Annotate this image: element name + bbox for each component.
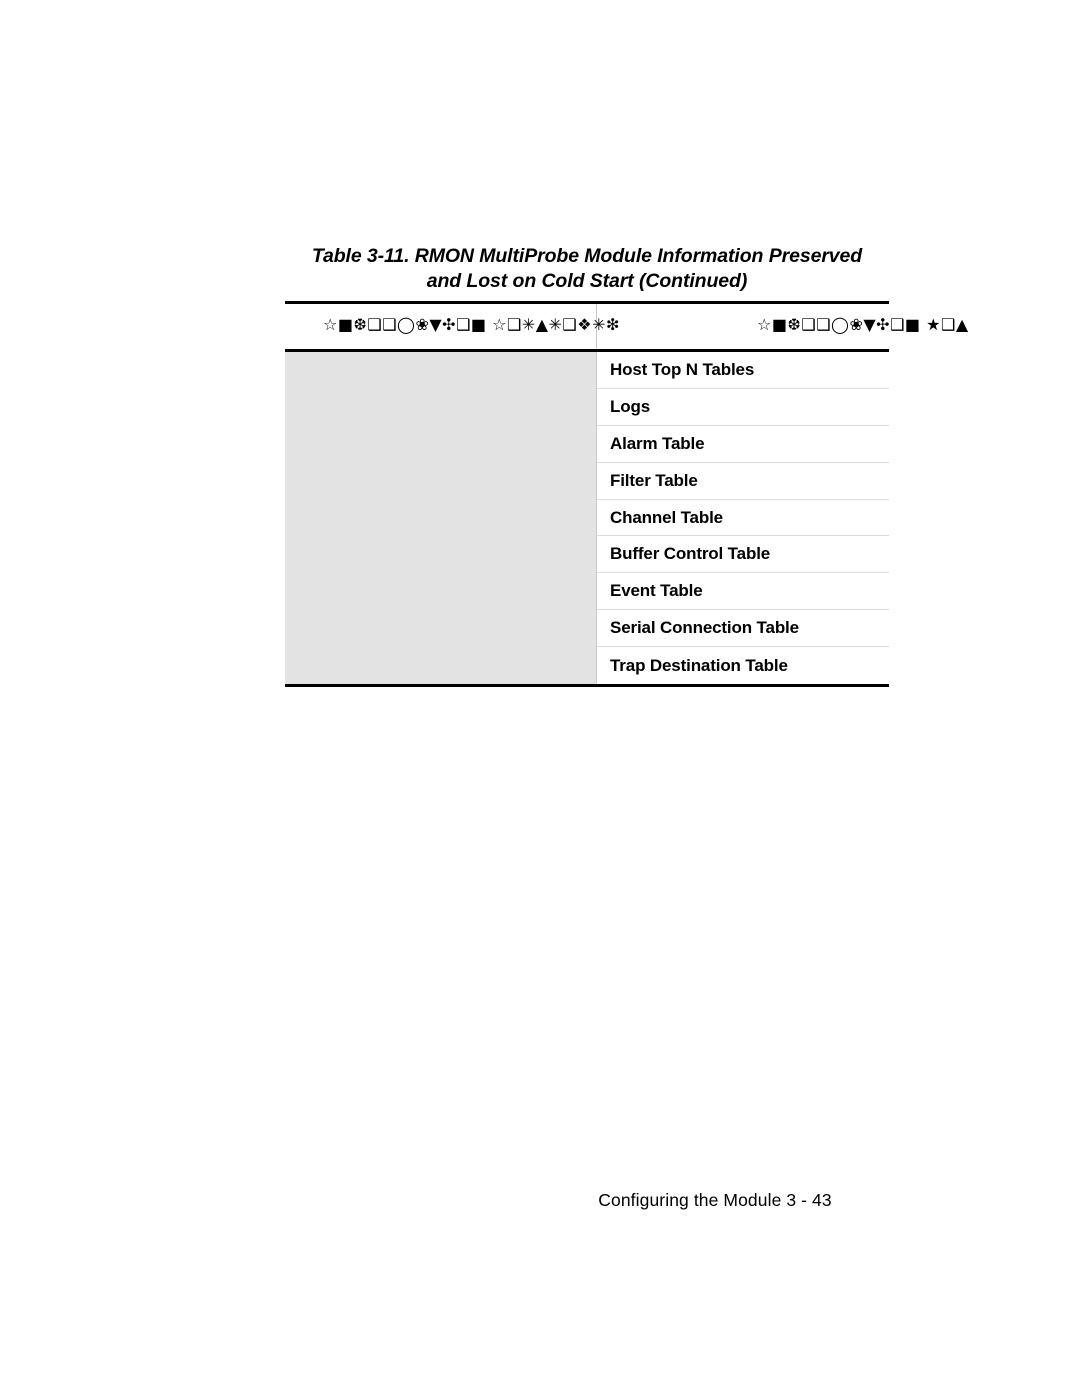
footer-text: Configuring the Module 3 - 43	[598, 1190, 832, 1210]
row-label: Buffer Control Table	[610, 544, 771, 564]
merged-shaded-cell-information-preserved	[285, 352, 596, 684]
row-label: Alarm Table	[610, 433, 705, 453]
table-caption: Table 3-11. RMON MultiProbe Module Infor…	[285, 244, 889, 294]
table-row: Host Top N Tables	[597, 352, 889, 389]
table-bottom-rule	[285, 684, 889, 687]
row-label: Serial Connection Table	[610, 618, 799, 638]
table-caption-line-1: Table 3-11. RMON MultiProbe Module Infor…	[311, 245, 863, 267]
table-row: Trap Destination Table	[597, 647, 889, 684]
row-label: Event Table	[610, 581, 703, 601]
row-label: Trap Destination Table	[610, 655, 788, 675]
table-body: Host Top N Tables Logs Alarm Table Filte…	[285, 352, 889, 684]
table-row: Event Table	[597, 573, 889, 611]
table-row: Buffer Control Table	[597, 536, 889, 574]
table-caption-line-2: and Lost on Cold Start (Continued)	[426, 270, 748, 292]
row-label: Channel Table	[610, 507, 723, 527]
table-header-row: ☆■❆❑❑◯❀▼✣❑■ ☆❑✳▲✳❑❖✳❇ ☆■❆❑❑◯❀▼✣❑■ ★❑▲	[285, 304, 968, 349]
document-page: Table 3-11. RMON MultiProbe Module Infor…	[0, 0, 1080, 1397]
table-row: Filter Table	[597, 463, 889, 500]
table-row: Channel Table	[597, 500, 889, 537]
row-label: Filter Table	[610, 470, 698, 490]
table-row: Alarm Table	[597, 426, 889, 463]
column-header-information-preserved: ☆■❆❑❑◯❀▼✣❑■ ☆❑✳▲✳❑❖✳❇	[323, 315, 620, 334]
column-header-information-lost: ☆■❆❑❑◯❀▼✣❑■ ★❑▲	[757, 315, 969, 334]
table-row: Logs	[597, 389, 889, 426]
information-preserved-table: ☆■❆❑❑◯❀▼✣❑■ ☆❑✳▲✳❑❖✳❇ ☆■❆❑❑◯❀▼✣❑■ ★❑▲ Ho…	[285, 301, 968, 687]
table-row: Serial Connection Table	[597, 610, 889, 648]
row-label: Logs	[610, 396, 651, 416]
page-footer: Configuring the Module 3 - 43	[0, 1189, 1080, 1211]
row-label: Host Top N Tables	[610, 359, 755, 379]
information-lost-rows: Host Top N Tables Logs Alarm Table Filte…	[596, 352, 889, 684]
